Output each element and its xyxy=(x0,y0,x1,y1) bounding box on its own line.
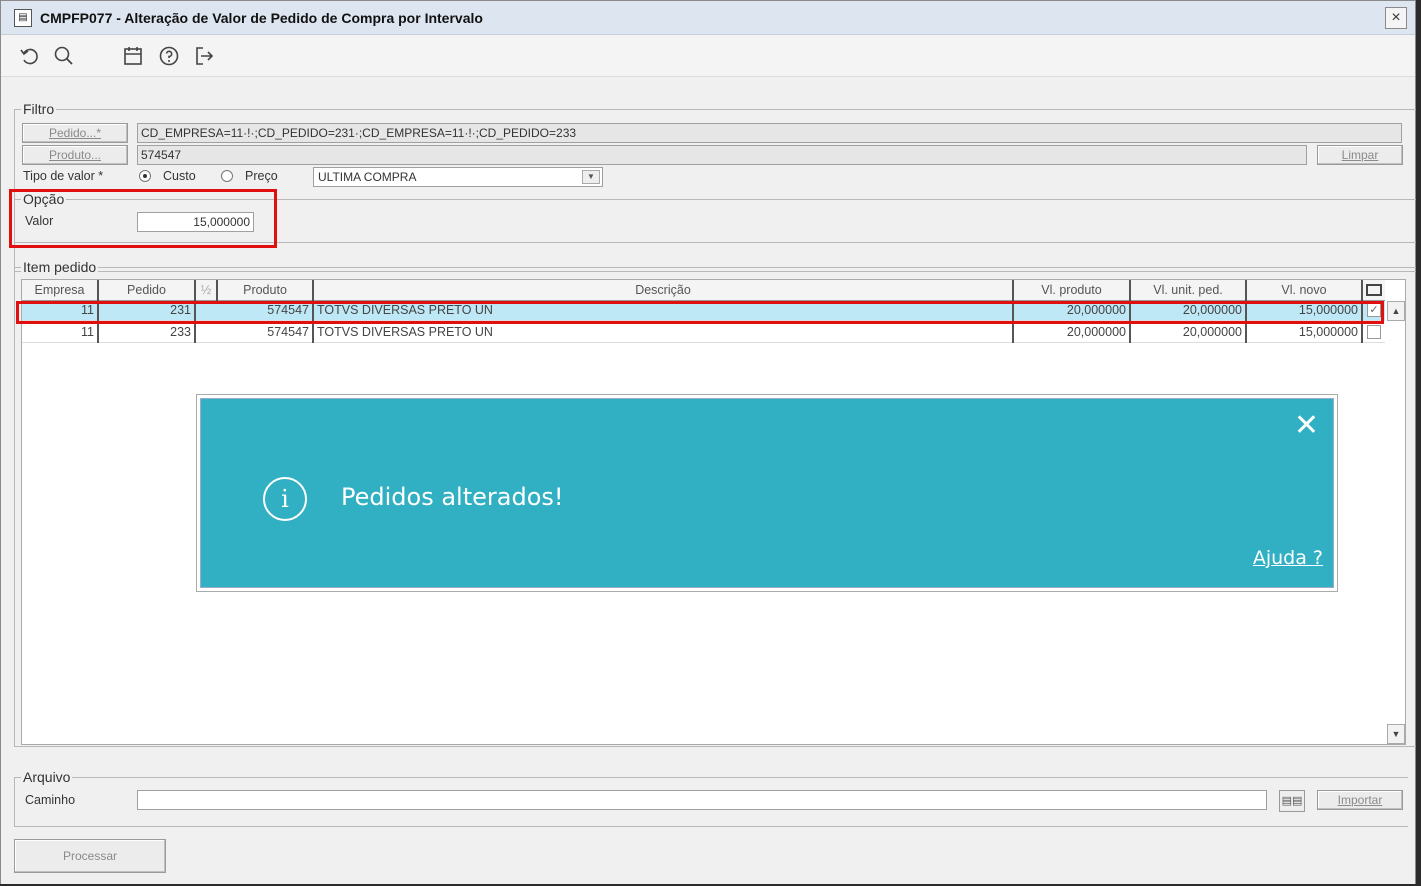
radio-preco-label: Preço xyxy=(245,169,278,183)
limpar-button[interactable]: Limpar xyxy=(1317,145,1403,165)
close-button[interactable]: × xyxy=(1385,7,1407,29)
col-vl-unit-ped[interactable]: Vl. unit. ped. xyxy=(1131,280,1247,301)
processar-button[interactable]: Processar xyxy=(14,839,166,873)
opcao-highlight xyxy=(9,189,277,248)
table-header: Empresa Pedido ½ Produto Descrição Vl. p… xyxy=(22,280,1385,301)
col-pedido[interactable]: Pedido xyxy=(99,280,196,301)
radio-custo-label: Custo xyxy=(163,169,196,183)
col-descricao[interactable]: Descrição xyxy=(314,280,1014,301)
col-select-all[interactable] xyxy=(1363,280,1385,301)
col-empresa[interactable]: Empresa xyxy=(22,280,99,301)
scroll-up-button[interactable]: ▲ xyxy=(1387,301,1405,321)
produto-filter-field[interactable]: 574547 xyxy=(137,145,1307,165)
caminho-input[interactable] xyxy=(137,790,1267,810)
tipo-valor-select-value: ULTIMA COMPRA xyxy=(318,170,417,184)
toast-message: Pedidos alterados! xyxy=(341,483,564,511)
tipo-valor-label: Tipo de valor * xyxy=(23,169,104,183)
col-vl-novo[interactable]: Vl. novo xyxy=(1247,280,1363,301)
toolbar xyxy=(1,35,1415,77)
success-toast: ✕ i Pedidos alterados! Ajuda ? xyxy=(200,398,1334,588)
chevron-down-icon[interactable]: ▼ xyxy=(582,170,600,184)
app-icon: ▤ xyxy=(14,8,32,27)
pedido-filter-field[interactable]: CD_EMPRESA=11·!·;CD_PEDIDO=231·;CD_EMPRE… xyxy=(137,123,1402,143)
filtro-legend: Filtro xyxy=(21,101,57,117)
row-highlight xyxy=(16,301,1384,324)
col-produto[interactable]: Produto xyxy=(218,280,314,301)
cell-pedido: 233 xyxy=(99,323,196,343)
caminho-label: Caminho xyxy=(25,793,76,807)
col-sort[interactable]: ½ xyxy=(196,280,218,301)
col-vl-produto[interactable]: Vl. produto xyxy=(1014,280,1131,301)
tipo-valor-select[interactable]: ULTIMA COMPRA ▼ xyxy=(313,167,603,187)
cell-vl-unit-ped: 20,000000 xyxy=(1131,323,1247,343)
search-icon[interactable] xyxy=(51,43,77,69)
close-icon[interactable]: ✕ xyxy=(1294,411,1319,441)
importar-button[interactable]: Importar xyxy=(1317,790,1403,810)
select-all-icon[interactable] xyxy=(1366,284,1382,296)
main-window: ▤ CMPFP077 - Alteração de Valor de Pedid… xyxy=(0,0,1416,884)
table-row[interactable]: 11 233 574547 TOTVS DIVERSAS PRETO UN 20… xyxy=(22,323,1385,343)
radio-preco[interactable] xyxy=(221,170,233,182)
cell-sort xyxy=(196,323,218,343)
cell-produto: 574547 xyxy=(218,323,314,343)
cell-check[interactable] xyxy=(1363,323,1385,343)
info-icon: i xyxy=(263,477,307,521)
window-title: CMPFP077 - Alteração de Valor de Pedido … xyxy=(40,9,483,26)
cell-vl-novo: 15,000000 xyxy=(1247,323,1363,343)
arquivo-legend: Arquivo xyxy=(21,769,73,785)
help-link[interactable]: Ajuda ? xyxy=(1253,547,1323,569)
exit-icon[interactable] xyxy=(191,43,217,69)
produto-button[interactable]: Produto... xyxy=(22,145,128,165)
cell-empresa: 11 xyxy=(22,323,99,343)
scroll-down-button[interactable]: ▼ xyxy=(1387,724,1405,744)
title-bar: ▤ CMPFP077 - Alteração de Valor de Pedid… xyxy=(1,1,1415,35)
undo-icon[interactable] xyxy=(17,43,43,69)
cell-descricao: TOTVS DIVERSAS PRETO UN xyxy=(314,323,1014,343)
calendar-icon[interactable] xyxy=(120,43,146,69)
pedido-button[interactable]: Pedido...* xyxy=(22,123,128,143)
help-icon[interactable] xyxy=(156,43,182,69)
item-pedido-legend: Item pedido xyxy=(21,259,99,275)
browse-file-icon[interactable]: ▤▤ xyxy=(1279,790,1305,812)
row-checkbox[interactable] xyxy=(1367,325,1381,339)
cell-vl-produto: 20,000000 xyxy=(1014,323,1131,343)
radio-custo[interactable] xyxy=(139,170,151,182)
